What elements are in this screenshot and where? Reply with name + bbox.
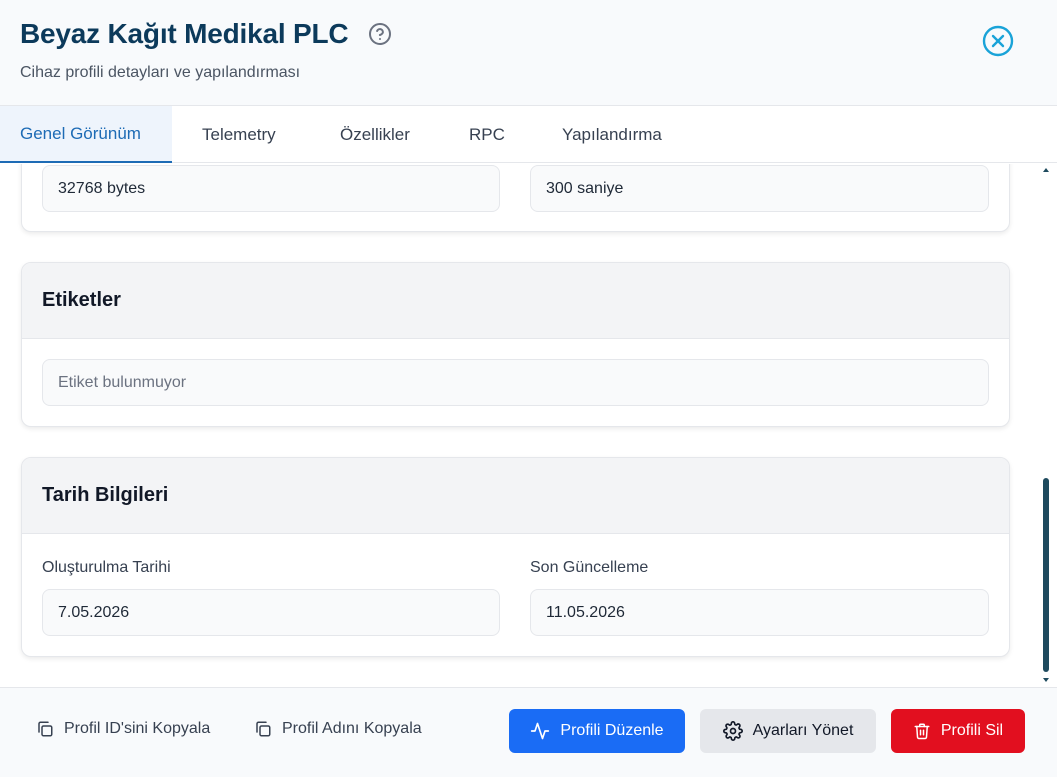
copy-profile-id-label: Profil ID'sini Kopyala — [64, 720, 211, 737]
dates-card-header: Tarih Bilgileri — [22, 458, 1009, 534]
activity-icon — [531, 722, 550, 740]
copy-icon — [256, 721, 271, 737]
created-date-label: Oluşturulma Tarihi — [42, 559, 171, 576]
delete-profile-button[interactable]: Profili Sil — [891, 709, 1025, 753]
tab-genel-gorunum[interactable]: Genel Görünüm — [0, 106, 172, 163]
help-icon[interactable] — [368, 22, 392, 46]
page-subtitle: Cihaz profili detayları ve yapılandırmas… — [20, 64, 301, 81]
edit-profile-button[interactable]: Profili Düzenle — [509, 709, 685, 753]
close-circle-icon — [982, 25, 1014, 57]
tab-yapilandirma[interactable]: Yapılandırma — [530, 106, 680, 163]
buffer-size-field: 32768 bytes — [42, 165, 500, 212]
updated-date-field: 11.05.2026 — [530, 589, 989, 636]
copy-profile-name-button[interactable]: Profil Adını Kopyala — [254, 720, 422, 738]
close-button[interactable] — [981, 24, 1015, 58]
copy-profile-id-button[interactable]: Profil ID'sini Kopyala — [36, 720, 210, 738]
edit-profile-label: Profili Düzenle — [560, 722, 664, 739]
dates-card-title: Tarih Bilgileri — [42, 484, 169, 506]
gear-icon — [722, 721, 743, 741]
dates-card: Tarih Bilgileri Oluşturulma Tarihi Son G… — [21, 457, 1010, 657]
tab-telemetry[interactable]: Telemetry — [172, 106, 310, 163]
manage-settings-label: Ayarları Yönet — [752, 722, 854, 739]
updated-date-label: Son Güncelleme — [530, 559, 649, 576]
manage-settings-button[interactable]: Ayarları Yönet — [700, 709, 876, 753]
copy-profile-name-label: Profil Adını Kopyala — [282, 720, 422, 737]
page-title: Beyaz Kağıt Medikal PLC — [20, 18, 349, 49]
timeout-field: 300 saniye — [530, 165, 989, 212]
tags-card: Etiketler Etiket bulunmuyor — [21, 262, 1010, 427]
scroll-down-icon[interactable] — [1041, 674, 1051, 686]
tab-rpc[interactable]: RPC — [440, 106, 530, 163]
tab-bar: Genel Görünüm Telemetry Özellikler RPC Y… — [0, 106, 1057, 163]
config-card: 32768 bytes 300 saniye — [21, 164, 1010, 232]
created-date-field: 7.05.2026 — [42, 589, 500, 636]
scroll-thumb[interactable] — [1043, 478, 1049, 672]
content-scroll-area[interactable]: 32768 bytes 300 saniye Etiketler Etiket … — [0, 164, 1057, 687]
tab-ozellikler[interactable]: Özellikler — [310, 106, 440, 163]
copy-icon — [38, 721, 53, 737]
tags-card-header: Etiketler — [22, 263, 1009, 339]
scroll-up-icon[interactable] — [1041, 164, 1051, 176]
delete-profile-label: Profili Sil — [940, 722, 1004, 739]
tags-card-title: Etiketler — [42, 289, 121, 311]
tags-empty-field: Etiket bulunmuyor — [42, 359, 989, 406]
dialog-footer: Profil ID'sini Kopyala Profil Adını Kopy… — [0, 687, 1057, 777]
trash-icon — [914, 723, 930, 740]
title-row: Beyaz Kağıt Medikal PLC — [20, 18, 392, 50]
content-scrollbar[interactable] — [1041, 164, 1051, 687]
dialog-header: Beyaz Kağıt Medikal PLC Cihaz profili de… — [0, 0, 1057, 106]
